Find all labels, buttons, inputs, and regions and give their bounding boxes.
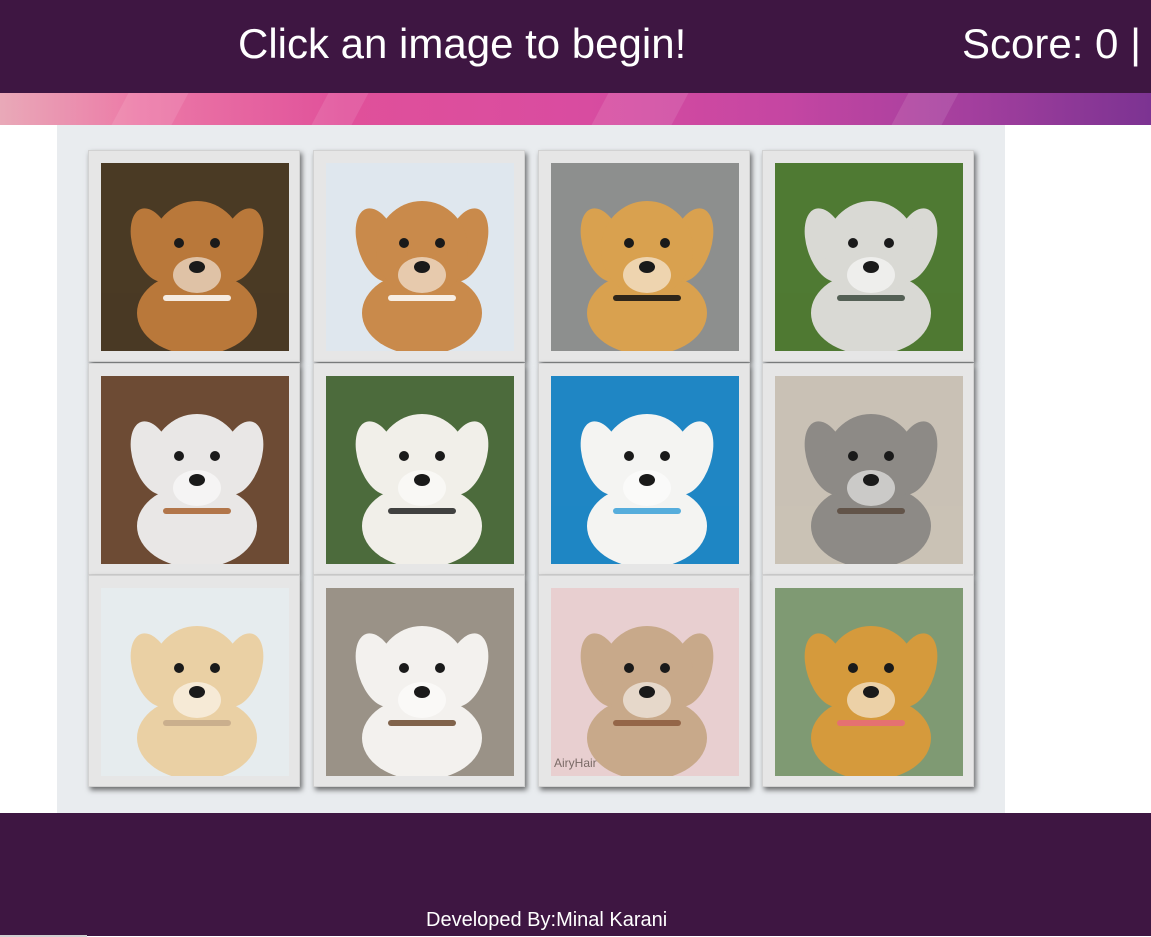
dog-image-tile[interactable] <box>538 150 750 362</box>
dog-image-tile[interactable] <box>762 150 974 362</box>
header-banner <box>0 93 1151 125</box>
image-grid: AiryHair <box>57 125 1005 813</box>
dog-image-tile[interactable] <box>313 363 525 575</box>
groomed-shih-tzu-photo: AiryHair <box>551 588 739 776</box>
beagle-puppy-photo <box>101 163 289 351</box>
banner-shard <box>891 93 959 125</box>
white-fluffy-dog-photo <box>326 376 514 564</box>
dog-image-tile[interactable] <box>762 575 974 787</box>
dog-image-tile[interactable] <box>313 575 525 787</box>
shih-tzu-photo <box>326 588 514 776</box>
developer-credit: Developed By:Minal Karani <box>426 909 668 931</box>
husky-photo <box>775 163 963 351</box>
golden-retriever-puppy-photo <box>551 163 739 351</box>
dog-image-tile[interactable] <box>88 363 300 575</box>
score-display: Score: 0 | <box>962 20 1141 67</box>
banner-shard <box>311 93 369 125</box>
banner-shard <box>591 93 689 125</box>
golden-puppy-photo <box>775 588 963 776</box>
dog-image-tile[interactable] <box>538 363 750 575</box>
game-header: Click an image to begin! Score: 0 | <box>0 0 1151 93</box>
dog-image-tile[interactable] <box>762 363 974 575</box>
banner-shard <box>111 93 189 125</box>
image-watermark: AiryHair <box>554 756 597 770</box>
page-footer: Developed By:Minal Karani <box>0 813 1151 936</box>
dog-image-tile[interactable] <box>313 150 525 362</box>
game-status-message: Click an image to begin! <box>238 20 687 67</box>
dog-image-tile[interactable] <box>88 150 300 362</box>
maltese-dog-photo <box>551 376 739 564</box>
corgi-puppy-photo <box>326 163 514 351</box>
dog-image-tile[interactable]: AiryHair <box>538 575 750 787</box>
dog-image-tile[interactable] <box>88 575 300 787</box>
labrador-puppy-photo <box>101 588 289 776</box>
australian-shepherd-puppy-photo <box>101 376 289 564</box>
merle-puppy-photo <box>775 376 963 564</box>
